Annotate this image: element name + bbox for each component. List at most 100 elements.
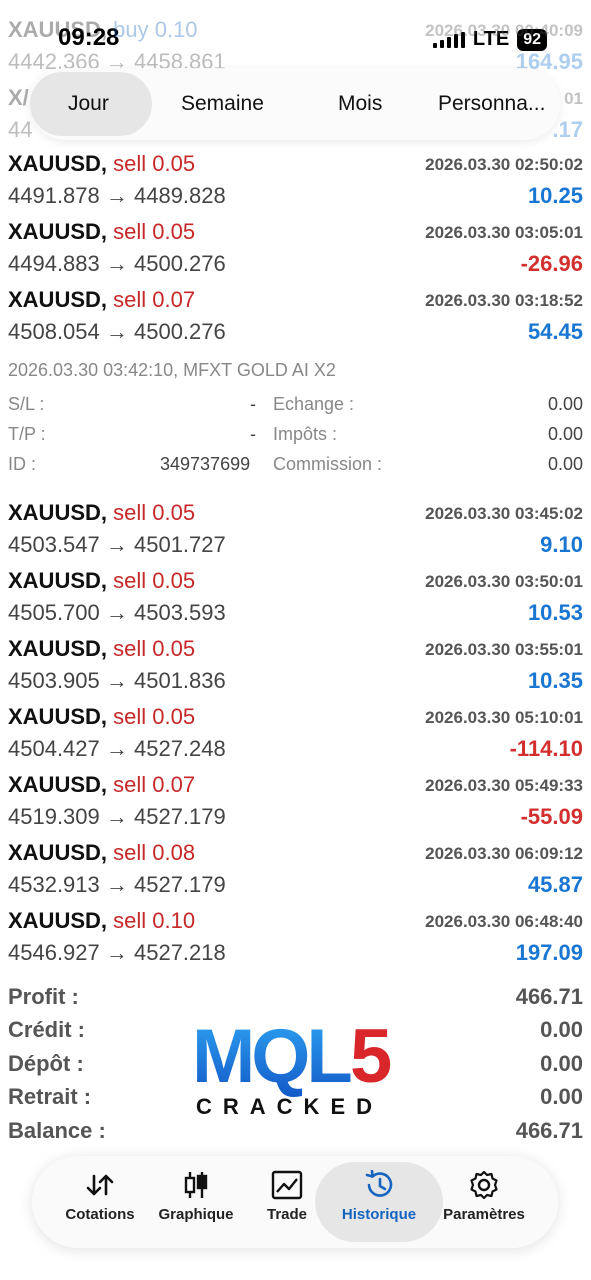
nav-label: Cotations	[65, 1206, 135, 1223]
trade-profit: 10.25	[527, 183, 583, 208]
summary-profit-label: Profit :	[8, 984, 79, 1009]
history-row[interactable]: XAUUSD, sell 0.10 2026.03.30 06:48:40 45…	[0, 907, 591, 975]
trade-prices: 4505.700 → 4503.593	[8, 600, 226, 625]
trade-time: 2026.03.30 03:18:52	[425, 291, 583, 310]
tab-jour[interactable]: Jour	[68, 92, 109, 116]
history-row[interactable]: XAUUSD, sell 0.07 2026.03.30 05:49:33 45…	[0, 771, 591, 839]
detail-header: 2026.03.30 03:42:10, MFXT GOLD AI X2	[8, 360, 336, 380]
trade-profit: 197.09	[515, 940, 583, 965]
detail-tp-label: T/P :	[8, 424, 46, 444]
mql5-logo: MQL 5 CRACKED	[192, 1014, 392, 1119]
history-icon	[365, 1170, 393, 1197]
arrows-updown-icon	[86, 1174, 114, 1196]
nav-label: Trade	[266, 1206, 308, 1223]
summary-depot-label: Dépôt :	[8, 1051, 84, 1076]
trade-time: 2026.03.30 03:05:01	[425, 223, 583, 242]
trade-profit: -55.09	[520, 804, 583, 829]
trade-profit: 10.53	[527, 600, 583, 625]
trade-time: 2026.03.30 03:45:02	[425, 504, 583, 523]
detail-echange-label: Echange :	[273, 394, 355, 414]
trade-profit: 54.45	[527, 319, 583, 344]
summary-credit-value: 0.00	[540, 1017, 583, 1042]
trade-prices: 4503.905 → 4501.836	[8, 668, 226, 693]
trade-prices: 4494.883 → 4500.276	[8, 251, 226, 276]
summary-balance-value: 466.71	[515, 1118, 583, 1143]
trade-prices: 4503.547 → 4501.727	[8, 532, 226, 557]
svg-text:MQL: MQL	[192, 1016, 351, 1099]
history-row[interactable]: XAUUSD, sell 0.05 2026.03.30 05:10:01 45…	[0, 703, 591, 771]
trade-symbol: XAUUSD, sell 0.05	[8, 636, 196, 661]
trade-time: 2026.03.30 06:09:12	[425, 844, 583, 863]
summary-profit-value: 466.71	[515, 984, 583, 1009]
svg-text:CRACKED: CRACKED	[196, 1094, 383, 1119]
trade-profit: -26.96	[520, 251, 583, 276]
trade-symbol: XAUUSD, sell 0.05	[8, 151, 196, 176]
svg-text:5: 5	[350, 1016, 392, 1099]
history-row-expanded[interactable]: XAUUSD, sell 0.07 2026.03.30 03:18:52 45…	[0, 286, 591, 354]
history-row[interactable]: XAUUSD, sell 0.05 2026.03.30 03:50:01 45…	[0, 567, 591, 635]
nav-label: Historique	[341, 1206, 417, 1223]
trade-time: 2026.03.30 05:10:01	[425, 708, 583, 727]
bottom-navigation: Cotations Graphique Trade Historique Par…	[32, 1156, 558, 1248]
summary-credit-label: Crédit :	[8, 1017, 85, 1042]
summary-retrait-label: Retrait :	[8, 1084, 92, 1109]
nav-parametres[interactable]: Paramètres	[434, 1170, 534, 1223]
history-row[interactable]: XAUUSD, sell 0.08 2026.03.30 06:09:12 45…	[0, 839, 591, 907]
trade-profit: -114.10	[509, 736, 583, 761]
history-row[interactable]: XAUUSD, sell 0.05 2026.03.30 02:50:02 44…	[0, 150, 591, 218]
trade-symbol: XAUUSD, sell 0.05	[8, 568, 196, 593]
detail-tp-value: -	[250, 424, 256, 444]
trade-symbol: XAUUSD, sell 0.05	[8, 219, 196, 244]
detail-commission-value: 0.00	[547, 454, 583, 474]
trade-prices: 4532.913 → 4527.179	[8, 872, 226, 897]
trade-symbol: XAUUSD, sell 0.10	[8, 908, 196, 933]
nav-label: Graphique	[158, 1206, 234, 1223]
nav-graphique[interactable]: Graphique	[146, 1170, 246, 1223]
candlestick-icon	[184, 1172, 208, 1198]
trade-time: 2026.03.30 05:49:33	[425, 776, 583, 795]
trade-profit: .17	[552, 117, 583, 142]
trade-symbol: XAUUSD, sell 0.07	[8, 287, 196, 312]
summary-balance-label: Balance :	[8, 1118, 106, 1143]
tab-personnalise[interactable]: Personna...	[438, 92, 545, 116]
trade-time: 2026.03.30 03:55:01	[425, 640, 583, 659]
trade-symbol: XAUUSD, buy 0.10	[8, 17, 198, 42]
trade-prices: 44	[8, 117, 33, 142]
trade-time: 2026.03.30 02:50:02	[425, 155, 583, 174]
tab-mois[interactable]: Mois	[338, 92, 382, 116]
trade-time: 2026.03.30 03:50:01	[425, 572, 583, 591]
summary-retrait-value: 0.00	[540, 1084, 583, 1109]
tab-semaine[interactable]: Semaine	[181, 92, 264, 116]
trade-time: 2026.03.30 00:40:09	[425, 21, 583, 40]
trade-profit: 45.87	[527, 872, 583, 897]
nav-trade[interactable]: Trade	[237, 1170, 337, 1223]
detail-sl-value: -	[250, 394, 256, 414]
trade-profit: 10.35	[527, 668, 583, 693]
nav-historique[interactable]: Historique	[329, 1170, 429, 1223]
trade-symbol: XAUUSD, sell 0.05	[8, 704, 196, 729]
trade-symbol: XAUUSD, sell 0.08	[8, 840, 196, 865]
detail-commission-label: Commission :	[273, 454, 383, 474]
trade-prices: 4504.427 → 4527.248	[8, 736, 226, 761]
detail-echange-value: 0.00	[547, 394, 583, 414]
nav-cotations[interactable]: Cotations	[50, 1170, 150, 1223]
detail-impots-label: Impôts :	[273, 424, 338, 444]
mql5-cracked-watermark: MQL 5 CRACKED	[190, 1014, 405, 1120]
trade-prices: 4508.054 → 4500.276	[8, 319, 226, 344]
detail-id-label: ID :	[8, 454, 37, 474]
summary-depot-value: 0.00	[540, 1051, 583, 1076]
trade-time: 2026.03.30 06:48:40	[425, 912, 583, 931]
gear-icon	[470, 1170, 498, 1200]
trade-prices: 4491.878 → 4489.828	[8, 183, 226, 208]
detail-sl-label: S/L :	[8, 394, 45, 414]
trade-profit: 9.10	[540, 532, 583, 557]
history-row[interactable]: XAUUSD, sell 0.05 2026.03.30 03:55:01 45…	[0, 635, 591, 703]
trade-symbol: X/	[8, 85, 29, 110]
chart-line-icon	[271, 1170, 303, 1200]
nav-label: Paramètres	[443, 1206, 525, 1223]
history-row[interactable]: XAUUSD, sell 0.05 2026.03.30 03:45:02 45…	[0, 499, 591, 567]
trade-symbol: XAUUSD, sell 0.05	[8, 500, 196, 525]
history-row[interactable]: XAUUSD, sell 0.05 2026.03.30 03:05:01 44…	[0, 218, 591, 286]
detail-impots-value: 0.00	[547, 424, 583, 444]
period-tab-bar: Jour Semaine Mois Personna...	[30, 68, 560, 140]
